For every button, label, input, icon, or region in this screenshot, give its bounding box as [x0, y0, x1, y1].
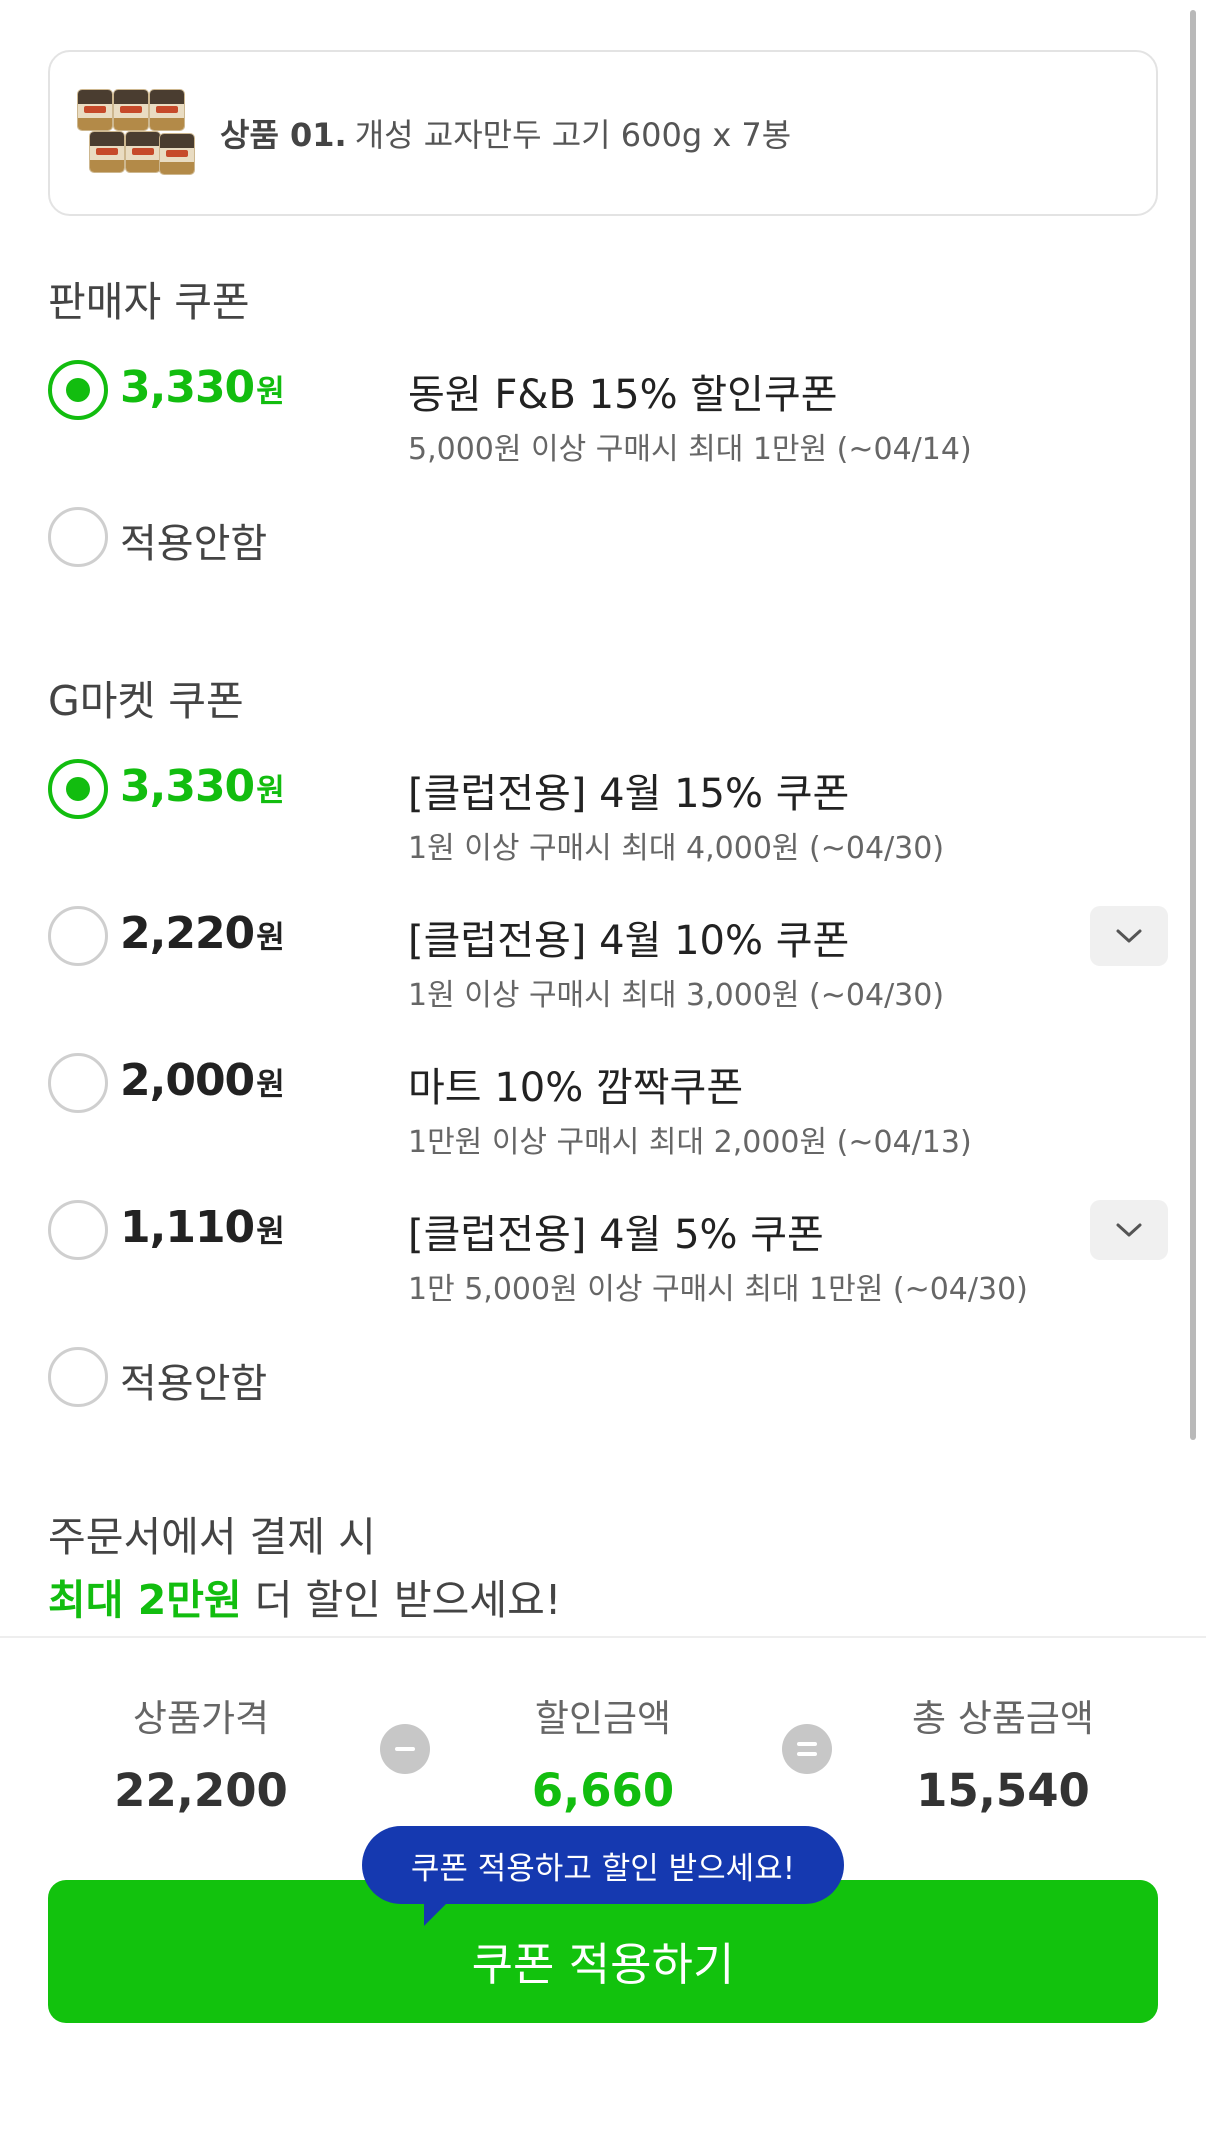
coupon-condition: 5,000원 이상 구매시 최대 1만원 (~04/14)	[408, 432, 972, 467]
coupon-row-gmarket-1[interactable]: 3,330원 [클럽전용] 4월 15% 쿠폰 1원 이상 구매시 최대 4,0…	[48, 759, 1168, 869]
coupon-radio-selected[interactable]	[48, 759, 108, 819]
coupon-condition: 1만 5,000원 이상 구매시 최대 1만원 (~04/30)	[408, 1272, 1028, 1307]
coupon-radio[interactable]	[48, 1053, 108, 1113]
product-title: 상품 01. 개성 교자만두 고기 600g x 7봉	[220, 110, 791, 156]
coupon-amount: 3,330원	[120, 362, 285, 413]
equals-icon	[782, 1724, 832, 1774]
coupon-name: 마트 10% 깜짝쿠폰	[408, 1065, 744, 1111]
product-card: 상품 01. 개성 교자만두 고기 600g x 7봉	[48, 50, 1158, 216]
coupon-condition: 1만원 이상 구매시 최대 2,000원 (~04/13)	[408, 1125, 972, 1160]
coupon-row-gmarket-4[interactable]: 1,110원 [클럽전용] 4월 5% 쿠폰 1만 5,000원 이상 구매시 …	[48, 1200, 1168, 1310]
discount-label: 할인금액	[534, 1697, 672, 1740]
gmarket-coupon-title: G마켓 쿠폰	[48, 677, 244, 725]
coupon-condition: 1원 이상 구매시 최대 4,000원 (~04/30)	[408, 831, 945, 866]
promo-text-line2: 최대 2만원 더 할인 받으세요!	[48, 1566, 561, 1626]
coupon-row-gmarket-2[interactable]: 2,220원 [클럽전용] 4월 10% 쿠폰 1원 이상 구매시 최대 3,0…	[48, 906, 1168, 1016]
summary-price: 상품가격 22,200	[81, 1688, 321, 1817]
discount-value: 6,660	[531, 1764, 675, 1817]
coupon-row-gmarket-none[interactable]: 적용안함	[48, 1347, 1168, 1457]
chevron-down-icon	[1116, 1223, 1142, 1237]
total-label: 총 상품금액	[912, 1697, 1094, 1740]
coupon-row-gmarket-3[interactable]: 2,000원 마트 10% 깜짝쿠폰 1만원 이상 구매시 최대 2,000원 …	[48, 1053, 1168, 1163]
coupon-name: [클럽전용] 4월 10% 쿠폰	[408, 918, 850, 964]
coupon-radio[interactable]	[48, 906, 108, 966]
coupon-condition: 1원 이상 구매시 최대 3,000원 (~04/30)	[408, 978, 945, 1013]
divider	[0, 1636, 1206, 1638]
coupon-radio[interactable]	[48, 1347, 108, 1407]
promo-text-rest: 더 할인 받으세요!	[241, 1576, 562, 1624]
total-value: 15,540	[916, 1764, 1090, 1817]
no-apply-label: 적용안함	[120, 1361, 268, 1407]
chevron-down-icon	[1116, 929, 1142, 943]
coupon-name: [클럽전용] 4월 5% 쿠폰	[408, 1212, 824, 1258]
coupon-amount: 2,220원	[120, 908, 285, 959]
no-apply-label: 적용안함	[120, 521, 268, 567]
product-name: 개성 교자만두 고기 600g x 7봉	[354, 116, 792, 154]
coupon-amount: 3,330원	[120, 761, 285, 812]
promo-text-line1: 주문서에서 결제 시	[48, 1513, 376, 1561]
seller-coupon-title: 판매자 쿠폰	[48, 278, 250, 326]
price-label: 상품가격	[132, 1697, 270, 1740]
scrollbar[interactable]	[1190, 10, 1196, 1440]
coupon-row-seller-1[interactable]: 3,330원 동원 F&B 15% 할인쿠폰 5,000원 이상 구매시 최대 …	[48, 360, 1168, 470]
coupon-name: 동원 F&B 15% 할인쿠폰	[408, 372, 838, 418]
coupon-name: [클럽전용] 4월 15% 쿠폰	[408, 771, 850, 817]
summary-discount: 할인금액 6,660	[483, 1688, 723, 1817]
coupon-amount: 2,000원	[120, 1055, 285, 1106]
summary-total: 총 상품금액 15,540	[883, 1688, 1123, 1817]
expand-button[interactable]	[1090, 906, 1168, 966]
coupon-radio[interactable]	[48, 507, 108, 567]
coupon-row-seller-none[interactable]: 적용안함	[48, 507, 1168, 617]
coupon-amount: 1,110원	[120, 1202, 285, 1253]
product-index-label: 상품 01.	[220, 116, 347, 154]
expand-button[interactable]	[1090, 1200, 1168, 1260]
price-value: 22,200	[114, 1764, 288, 1817]
minus-icon	[380, 1724, 430, 1774]
promo-highlight: 최대 2만원	[48, 1576, 242, 1624]
apply-tooltip: 쿠폰 적용하고 할인 받으세요!	[362, 1826, 844, 1926]
dumpling-package-image	[76, 88, 194, 178]
coupon-radio[interactable]	[48, 1200, 108, 1260]
coupon-radio-selected[interactable]	[48, 360, 108, 420]
